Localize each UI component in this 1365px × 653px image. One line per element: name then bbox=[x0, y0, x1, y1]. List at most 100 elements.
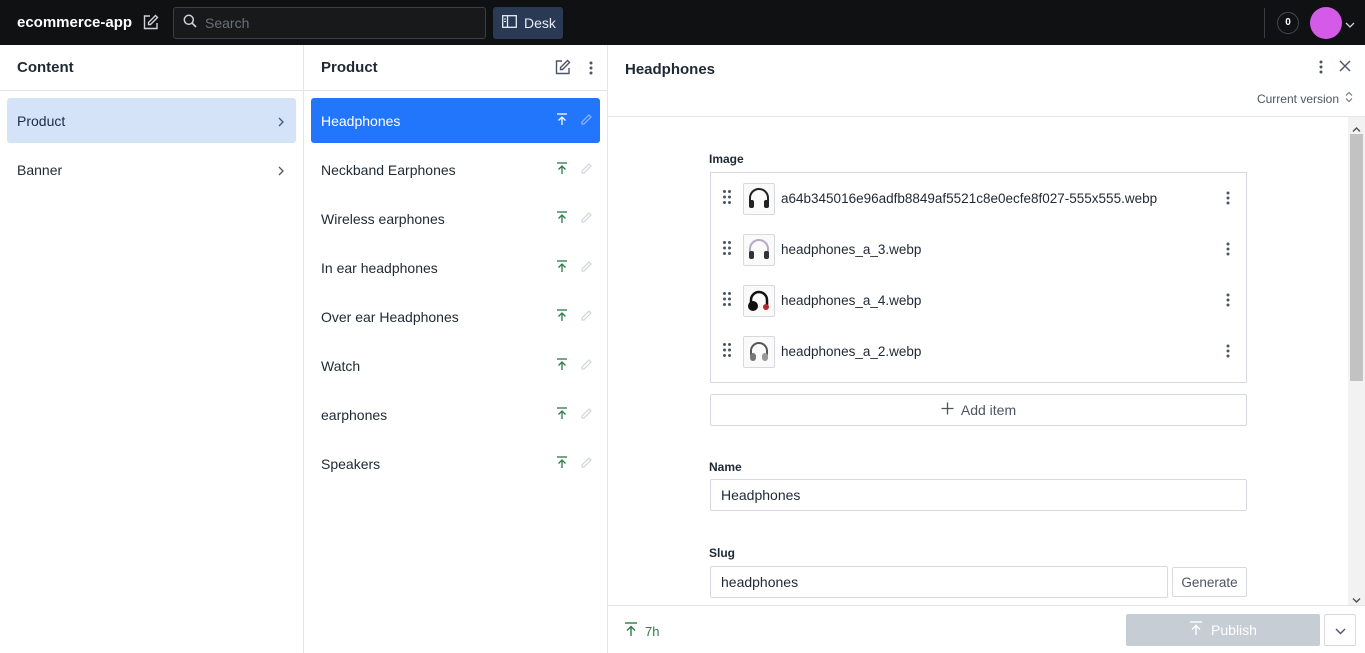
headphones-thumbnail bbox=[743, 182, 775, 215]
edit-icon bbox=[580, 260, 592, 273]
more-vertical-icon[interactable] bbox=[589, 61, 593, 75]
more-vertical-icon[interactable] bbox=[1226, 191, 1230, 208]
headphones-thumbnail bbox=[743, 284, 775, 317]
product-item-label: Wireless earphones bbox=[321, 210, 445, 227]
publish-button[interactable]: Publish bbox=[1126, 614, 1320, 646]
app-title[interactable]: ecommerce-app bbox=[17, 14, 135, 31]
product-item-label: Over ear Headphones bbox=[321, 308, 459, 325]
published-icon bbox=[556, 309, 568, 322]
document-actions-menu-button[interactable] bbox=[1324, 614, 1356, 646]
edit-icon bbox=[580, 407, 592, 420]
product-item-label: In ear headphones bbox=[321, 259, 438, 276]
product-list-item[interactable]: Over ear Headphones bbox=[311, 294, 600, 339]
publish-status[interactable]: 7h bbox=[624, 622, 659, 640]
version-label: Current version bbox=[1256, 91, 1339, 106]
drag-handle-icon[interactable] bbox=[722, 342, 734, 361]
content-item-banner[interactable]: Banner bbox=[7, 147, 296, 192]
more-vertical-icon[interactable] bbox=[1319, 60, 1323, 74]
drag-handle-icon[interactable] bbox=[722, 240, 734, 259]
image-filename: headphones_a_2.webp bbox=[781, 344, 922, 359]
product-item-label: Watch bbox=[321, 357, 361, 374]
document-title: Headphones bbox=[625, 61, 716, 78]
version-selector[interactable]: Current version bbox=[1257, 91, 1353, 106]
document-footer: 7h Publish bbox=[608, 605, 1365, 653]
desk-icon bbox=[493, 14, 524, 31]
compose-icon[interactable] bbox=[139, 12, 161, 34]
document-editor-pane: Headphones Current version Image a64b345… bbox=[608, 45, 1365, 653]
chevron-right-icon bbox=[278, 114, 284, 130]
avatar[interactable] bbox=[1310, 6, 1342, 39]
content-pane: Content Product Banner bbox=[0, 45, 304, 653]
scrollbar-thumb[interactable] bbox=[1350, 134, 1363, 381]
edit-icon bbox=[580, 456, 592, 469]
image-array-field: a64b345016e96adfb8849af5521c8e0ecfe8f027… bbox=[710, 172, 1247, 383]
image-filename: headphones_a_3.webp bbox=[781, 242, 922, 257]
publish-status-time: 7h bbox=[645, 623, 660, 639]
chevron-down-icon bbox=[1335, 622, 1346, 638]
image-filename: a64b345016e96adfb8849af5521c8e0ecfe8f027… bbox=[781, 191, 1158, 206]
image-field-label: Image bbox=[709, 152, 744, 166]
generate-slug-button[interactable]: Generate bbox=[1172, 567, 1247, 597]
edit-icon bbox=[580, 358, 592, 371]
name-field-label: Name bbox=[709, 460, 742, 474]
product-item-label: earphones bbox=[321, 406, 388, 423]
product-list-item[interactable]: Neckband Earphones bbox=[311, 147, 600, 192]
published-icon bbox=[556, 260, 568, 273]
image-filename: headphones_a_4.webp bbox=[781, 293, 922, 308]
desk-button[interactable]: Desk bbox=[493, 6, 563, 39]
product-list-item[interactable]: Wireless earphones bbox=[311, 196, 600, 241]
product-list-item[interactable]: Watch bbox=[311, 343, 600, 388]
content-pane-title: Content bbox=[0, 45, 303, 91]
published-icon bbox=[556, 211, 568, 224]
name-input[interactable]: Headphones bbox=[710, 479, 1247, 511]
product-list-item[interactable]: Speakers bbox=[311, 441, 600, 486]
drag-handle-icon[interactable] bbox=[722, 189, 734, 208]
chevron-down-icon[interactable] bbox=[1345, 15, 1355, 31]
image-array-item[interactable]: headphones_a_2.webp bbox=[711, 326, 1246, 377]
product-list-item[interactable]: earphones bbox=[311, 392, 600, 437]
published-icon bbox=[556, 113, 568, 126]
content-item-product[interactable]: Product bbox=[7, 98, 296, 143]
image-array-item[interactable]: a64b345016e96adfb8849af5521c8e0ecfe8f027… bbox=[711, 173, 1246, 224]
product-item-label: Headphones bbox=[321, 112, 401, 129]
headphones-thumbnail bbox=[743, 335, 775, 368]
scroll-down-arrow-icon[interactable] bbox=[1352, 592, 1361, 603]
slug-field-label: Slug bbox=[709, 546, 735, 560]
search-field[interactable] bbox=[173, 6, 486, 39]
published-icon bbox=[624, 622, 645, 640]
slug-input[interactable]: headphones bbox=[710, 566, 1168, 598]
edit-icon bbox=[580, 162, 592, 175]
create-document-icon[interactable] bbox=[554, 59, 571, 76]
product-item-label: Speakers bbox=[321, 455, 381, 472]
published-icon bbox=[556, 456, 568, 469]
product-list-item[interactable]: Headphones bbox=[311, 98, 600, 143]
more-vertical-icon[interactable] bbox=[1226, 242, 1230, 259]
scroll-up-arrow-icon[interactable] bbox=[1352, 121, 1361, 132]
published-icon bbox=[556, 407, 568, 420]
product-pane-title: Product bbox=[321, 59, 378, 76]
notification-badge[interactable]: 0 bbox=[1277, 11, 1299, 34]
desk-label: Desk bbox=[524, 14, 556, 31]
published-icon bbox=[556, 358, 568, 371]
headphones-thumbnail bbox=[743, 233, 775, 266]
add-item-button[interactable]: Add item bbox=[710, 394, 1247, 426]
content-item-label: Product bbox=[17, 112, 66, 129]
search-icon bbox=[174, 14, 197, 31]
chevron-up-down-icon bbox=[1339, 91, 1353, 106]
more-vertical-icon[interactable] bbox=[1226, 344, 1230, 361]
content-item-label: Banner bbox=[17, 161, 63, 178]
product-item-label: Neckband Earphones bbox=[321, 161, 456, 178]
top-navigation-bar: ecommerce-app Desk 0 bbox=[0, 0, 1365, 45]
drag-handle-icon[interactable] bbox=[722, 291, 734, 310]
add-item-label: Add item bbox=[960, 402, 1017, 418]
publish-label: Publish bbox=[1211, 622, 1257, 638]
search-input[interactable] bbox=[205, 14, 475, 31]
more-vertical-icon[interactable] bbox=[1226, 293, 1230, 310]
close-icon[interactable] bbox=[1339, 60, 1351, 74]
product-list-item[interactable]: In ear headphones bbox=[311, 245, 600, 290]
image-array-item[interactable]: headphones_a_4.webp bbox=[711, 275, 1246, 326]
editor-scrollbar[interactable] bbox=[1348, 117, 1365, 605]
image-array-item[interactable]: headphones_a_3.webp bbox=[711, 224, 1246, 275]
published-icon bbox=[556, 162, 568, 175]
edit-icon bbox=[580, 113, 592, 126]
